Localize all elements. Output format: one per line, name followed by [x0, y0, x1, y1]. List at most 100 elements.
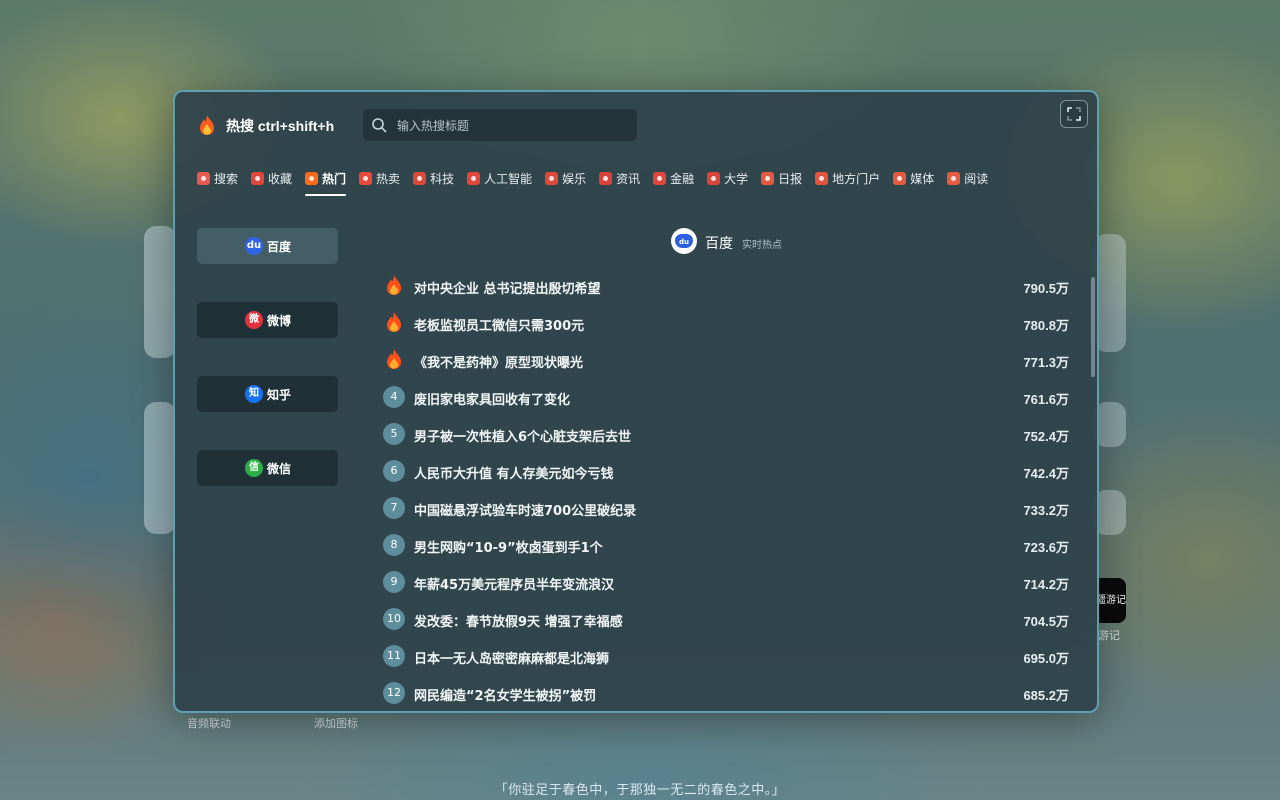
tab-category-icon	[197, 172, 210, 185]
list-item[interactable]: 11 日本一无人岛密密麻麻都是北海狮 695.0万	[381, 638, 1071, 675]
hot-fire-icon	[387, 275, 401, 295]
search-box[interactable]	[363, 109, 637, 143]
tab-label: 搜索	[214, 172, 239, 186]
rank-badge: 7	[383, 497, 405, 519]
item-heat: 771.3万	[1023, 355, 1069, 370]
bottom-quote: 「你驻足于春色中，于那独一无二的春色之中。」	[494, 783, 786, 798]
tab-category-icon	[947, 172, 961, 185]
tab-5[interactable]: 人工智能	[467, 170, 532, 196]
rank-badge: 10	[383, 608, 405, 630]
item-title[interactable]: 废旧家电家具回收有了变化	[414, 389, 570, 408]
item-heat: 780.8万	[1023, 318, 1069, 333]
tab-6[interactable]: 娱乐	[545, 170, 586, 196]
sidebar-item-label: 微博	[267, 314, 292, 328]
item-title[interactable]: 老板监视员工微信只需300元	[414, 315, 584, 334]
fullscreen-button[interactable]	[1060, 100, 1088, 128]
hot-fire-icon	[387, 349, 401, 369]
tab-1[interactable]: 收藏	[251, 170, 292, 196]
rank-badge: 6	[383, 460, 405, 482]
background-app-label: 游记	[1098, 629, 1120, 642]
tab-category-icon	[815, 172, 829, 185]
list-item[interactable]: 10 发改委：春节放假9天 增强了幸福感 704.5万	[381, 601, 1071, 638]
item-heat: 761.6万	[1023, 392, 1069, 407]
fire-icon	[200, 115, 214, 135]
item-heat: 733.2万	[1023, 503, 1069, 518]
list-item[interactable]: 老板监视员工微信只需300元 780.8万	[381, 305, 1071, 342]
list-item[interactable]: 12 网民编造“2名女学生被拐”被罚 685.2万	[381, 675, 1071, 711]
tab-label: 资讯	[616, 172, 641, 186]
category-tabs: 搜索 收藏 热门 热卖 科技 人工智能 娱乐 资讯 金融 大学 日报 地方门户 媒体 阅读	[197, 170, 1075, 198]
tab-13[interactable]: 阅读	[947, 170, 988, 196]
item-title[interactable]: 中国磁悬浮试验车时速700公里破纪录	[414, 500, 636, 519]
tab-category-icon	[707, 172, 721, 185]
item-heat: 685.2万	[1023, 688, 1069, 703]
list-item[interactable]: 7 中国磁悬浮试验车时速700公里破纪录 733.2万	[381, 490, 1071, 527]
item-heat: 752.4万	[1023, 429, 1069, 444]
list-item[interactable]: 5 男子被一次性植入6个心脏支架后去世 752.4万	[381, 416, 1071, 453]
audio-link-label[interactable]: 音频联动	[187, 715, 231, 731]
list-item[interactable]: 6 人民币大升值 有人存美元如今亏钱 742.4万	[381, 453, 1071, 490]
source-logo-icon: du	[245, 237, 263, 255]
sidebar-item-label: 微信	[267, 462, 292, 476]
fullscreen-icon	[1067, 107, 1081, 121]
tab-label: 日报	[778, 172, 803, 186]
tab-9[interactable]: 大学	[707, 170, 748, 196]
item-heat: 790.5万	[1023, 281, 1069, 296]
tab-3[interactable]: 热卖	[359, 170, 400, 196]
tab-4[interactable]: 科技	[413, 170, 454, 196]
item-title[interactable]: 男生网购“10-9”枚卤蛋到手1个	[414, 537, 603, 556]
background-app-icon[interactable]: 疆游记	[1096, 578, 1126, 623]
list-item[interactable]: 《我不是药神》原型现状曝光 771.3万	[381, 342, 1071, 379]
sidebar-item-3[interactable]: 信微信	[197, 450, 338, 486]
tab-7[interactable]: 资讯	[599, 170, 640, 196]
tab-category-icon	[305, 172, 319, 185]
list-item[interactable]: 4 废旧家电家具回收有了变化 761.6万	[381, 379, 1071, 416]
list-item[interactable]: 9 年薪45万美元程序员半年变流浪汉 714.2万	[381, 564, 1071, 601]
baidu-logo-icon: du	[671, 228, 697, 254]
item-title[interactable]: 年薪45万美元程序员半年变流浪汉	[414, 574, 614, 593]
tab-label: 阅读	[964, 172, 989, 186]
sidebar-item-label: 知乎	[267, 388, 292, 402]
tab-category-icon	[467, 172, 481, 185]
tab-2[interactable]: 热门	[305, 170, 347, 196]
tab-12[interactable]: 媒体	[893, 170, 934, 196]
source-logo-icon: 信	[245, 459, 263, 477]
add-icon-label[interactable]: 添加图标	[314, 715, 358, 731]
tab-label: 媒体	[910, 172, 935, 186]
item-title[interactable]: 发改委：春节放假9天 增强了幸福感	[414, 611, 623, 630]
tab-label: 收藏	[268, 172, 293, 186]
rank-badge: 4	[383, 386, 405, 408]
item-title[interactable]: 《我不是药神》原型现状曝光	[414, 352, 583, 371]
item-heat: 714.2万	[1023, 577, 1069, 592]
search-input[interactable]	[395, 109, 629, 143]
sidebar-item-0[interactable]: du 百度	[197, 228, 338, 264]
item-heat: 704.5万	[1023, 614, 1069, 629]
tab-0[interactable]: 搜索	[197, 170, 238, 196]
panel-title: 热搜 ctrl+shift+h	[226, 118, 335, 134]
tab-11[interactable]: 地方门户	[815, 170, 880, 196]
source-logo-icon: 微	[245, 311, 263, 329]
item-title[interactable]: 人民币大升值 有人存美元如今亏钱	[414, 463, 614, 482]
tab-label: 地方门户	[832, 172, 881, 186]
item-title[interactable]: 对中央企业 总书记提出殷切希望	[414, 278, 601, 297]
tab-label: 热卖	[376, 172, 401, 186]
list-item[interactable]: 对中央企业 总书记提出殷切希望 790.5万	[381, 268, 1071, 305]
tab-label: 人工智能	[484, 172, 533, 186]
sidebar-item-1[interactable]: 微微博	[197, 302, 338, 338]
item-heat: 695.0万	[1023, 651, 1069, 666]
rank-badge: 8	[383, 534, 405, 556]
hot-fire-icon	[387, 312, 401, 332]
tab-label: 大学	[724, 172, 749, 186]
sidebar-item-label: 百度	[267, 240, 292, 254]
item-title[interactable]: 日本一无人岛密密麻麻都是北海狮	[414, 648, 609, 667]
tab-10[interactable]: 日报	[761, 170, 802, 196]
source-logo-icon: 知	[245, 385, 263, 403]
item-title[interactable]: 男子被一次性植入6个心脏支架后去世	[414, 426, 631, 445]
list-item[interactable]: 8 男生网购“10-9”枚卤蛋到手1个 723.6万	[381, 527, 1071, 564]
rank-badge: 9	[383, 571, 405, 593]
tab-8[interactable]: 金融	[653, 170, 694, 196]
tab-category-icon	[599, 172, 613, 185]
sidebar-item-2[interactable]: 知知乎	[197, 376, 338, 412]
item-title[interactable]: 网民编造“2名女学生被拐”被罚	[414, 685, 596, 704]
list-scrollbar[interactable]	[1091, 277, 1095, 377]
